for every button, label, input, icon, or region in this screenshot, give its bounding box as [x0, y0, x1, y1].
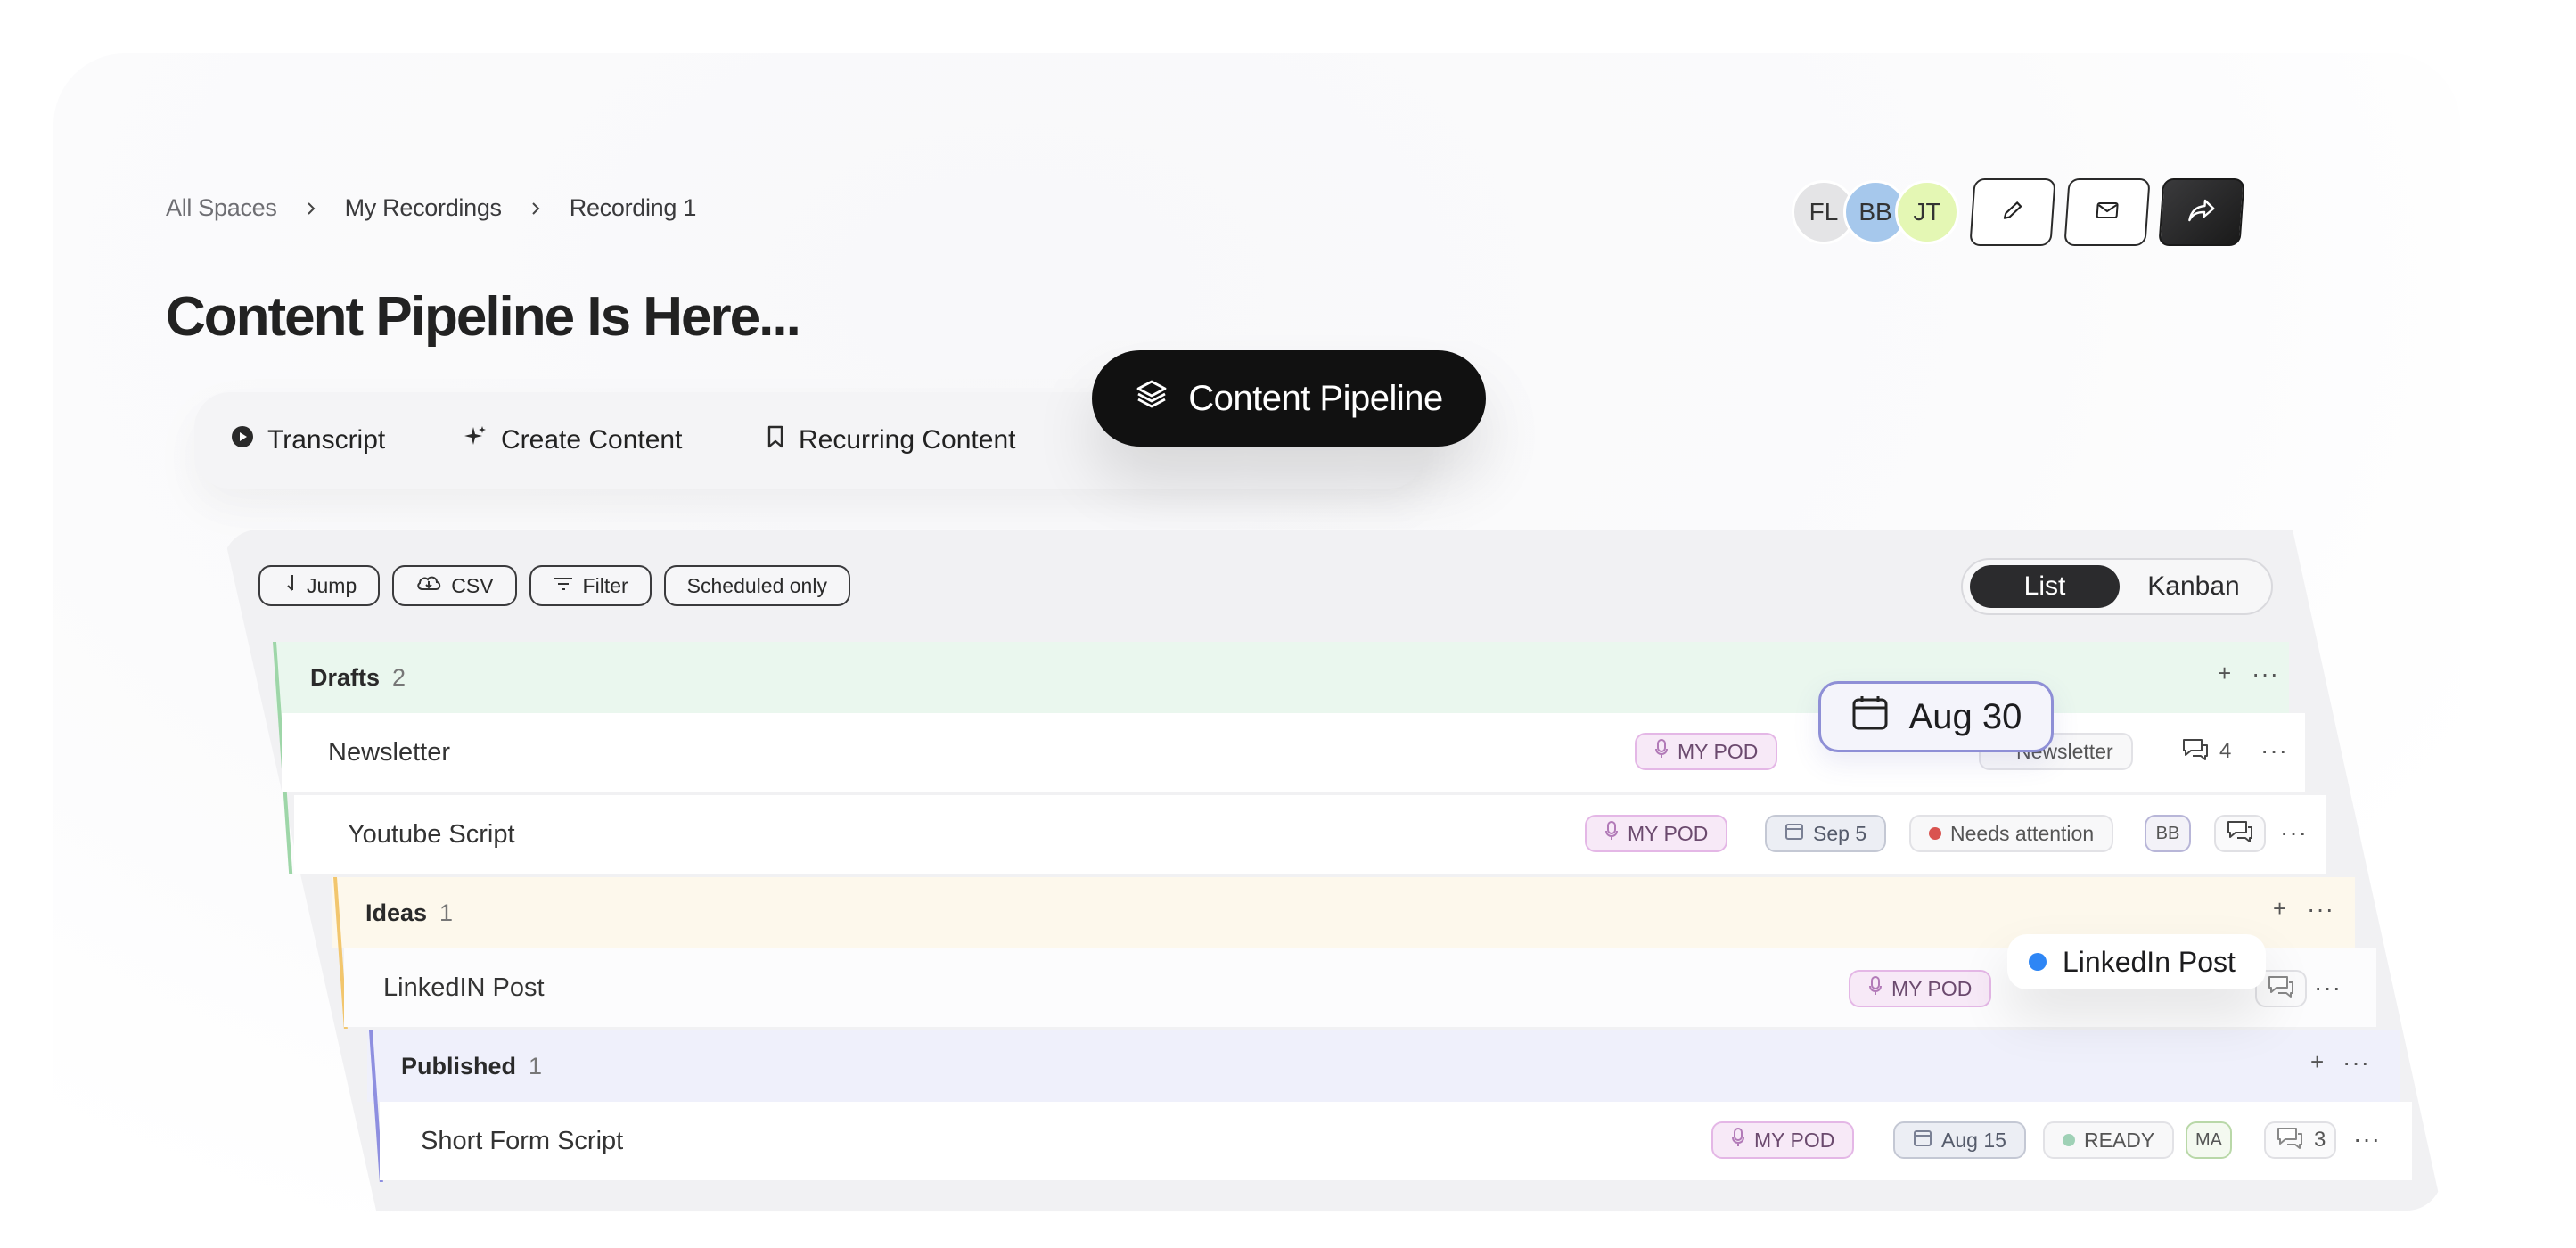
item-title: Short Form Script: [421, 1126, 624, 1155]
calendar-icon: [1784, 821, 1804, 846]
item-title: Youtube Script: [348, 819, 515, 849]
item-title: Newsletter: [328, 737, 450, 767]
floating-date-card[interactable]: Aug 30: [1818, 681, 2054, 752]
group-header-ideas[interactable]: Ideas 1: [365, 877, 453, 948]
status-badge[interactable]: Needs attention: [1909, 815, 2114, 852]
add-item-button[interactable]: +: [2273, 895, 2286, 923]
comment-icon: [2225, 818, 2255, 850]
comments-button[interactable]: 4: [2171, 733, 2240, 770]
pod-label: MY POD: [1754, 1128, 1835, 1152]
calendar-icon: [1913, 1128, 1932, 1153]
pod-badge[interactable]: MY POD: [1711, 1121, 1855, 1159]
pod-label: MY POD: [1891, 976, 1973, 1000]
row-more-button[interactable]: ···: [2260, 736, 2288, 765]
microphone-icon: [1654, 738, 1669, 765]
status-dot: [2029, 953, 2047, 971]
pod-badge[interactable]: MY POD: [1849, 970, 1992, 1007]
date-label: Sep 5: [1813, 821, 1867, 845]
floating-linkedin-card[interactable]: LinkedIn Post: [2007, 934, 2266, 989]
floating-date-label: Aug 30: [1908, 696, 2022, 736]
comment-count: 4: [2219, 739, 2232, 763]
status-badge[interactable]: READY: [2043, 1121, 2175, 1159]
microphone-icon: [1604, 820, 1619, 847]
group-more-button[interactable]: ···: [2307, 895, 2334, 924]
list-item-short-form-script[interactable]: Short Form Script: [421, 1102, 623, 1180]
comment-count: 3: [2314, 1128, 2326, 1152]
pipeline-list: Drafts 2 + ··· Newsletter MY POD Newslet…: [0, 0, 2576, 1248]
group-title: Drafts: [310, 663, 381, 691]
date-label: Aug 15: [1941, 1128, 2006, 1152]
microphone-icon: [1868, 975, 1883, 1002]
group-count: 2: [392, 663, 406, 691]
row-more-button[interactable]: ···: [2314, 973, 2342, 1002]
item-title: LinkedIN Post: [383, 973, 545, 1002]
comments-button[interactable]: [2214, 815, 2266, 852]
pod-label: MY POD: [1628, 821, 1709, 845]
calendar-icon: [1850, 693, 1890, 741]
assignee-badge[interactable]: BB: [2145, 815, 2191, 852]
comment-icon: [2275, 1125, 2305, 1156]
group-count: 1: [439, 899, 454, 926]
comments-button[interactable]: 3: [2264, 1121, 2337, 1159]
group-more-button[interactable]: ···: [2342, 1048, 2370, 1077]
assignee-badge[interactable]: MA: [2186, 1121, 2232, 1159]
list-item-newsletter[interactable]: Newsletter: [328, 713, 450, 792]
group-header-drafts[interactable]: Drafts 2: [310, 642, 406, 713]
group-header-published[interactable]: Published 1: [401, 1030, 542, 1102]
group-title: Published: [401, 1052, 517, 1080]
date-badge[interactable]: Sep 5: [1765, 815, 1887, 852]
floating-linkedin-label: LinkedIn Post: [2063, 945, 2236, 978]
status-label: Needs attention: [1950, 821, 2095, 845]
pod-badge[interactable]: MY POD: [1585, 815, 1728, 852]
add-item-button[interactable]: +: [2310, 1048, 2324, 1076]
pod-badge[interactable]: MY POD: [1635, 733, 1778, 770]
row-more-button[interactable]: ···: [2353, 1125, 2381, 1154]
comment-icon: [2180, 736, 2211, 768]
status-label: READY: [2084, 1128, 2155, 1152]
comment-icon: [2266, 973, 2296, 1005]
status-dot: [2063, 1134, 2075, 1146]
group-title: Ideas: [365, 899, 428, 926]
pod-label: MY POD: [1678, 739, 1759, 763]
status-dot: [1929, 827, 1941, 840]
row-more-button[interactable]: ···: [2280, 818, 2308, 847]
group-count: 1: [529, 1052, 543, 1080]
list-item-youtube-script[interactable]: Youtube Script: [348, 795, 515, 874]
date-badge[interactable]: Aug 15: [1893, 1121, 2026, 1159]
group-more-button[interactable]: ···: [2252, 660, 2279, 688]
microphone-icon: [1731, 1127, 1745, 1154]
list-item-linkedin-post[interactable]: LinkedIN Post: [383, 948, 545, 1027]
add-item-button[interactable]: +: [2218, 660, 2231, 687]
group-row-published-bg: [367, 1030, 2400, 1102]
